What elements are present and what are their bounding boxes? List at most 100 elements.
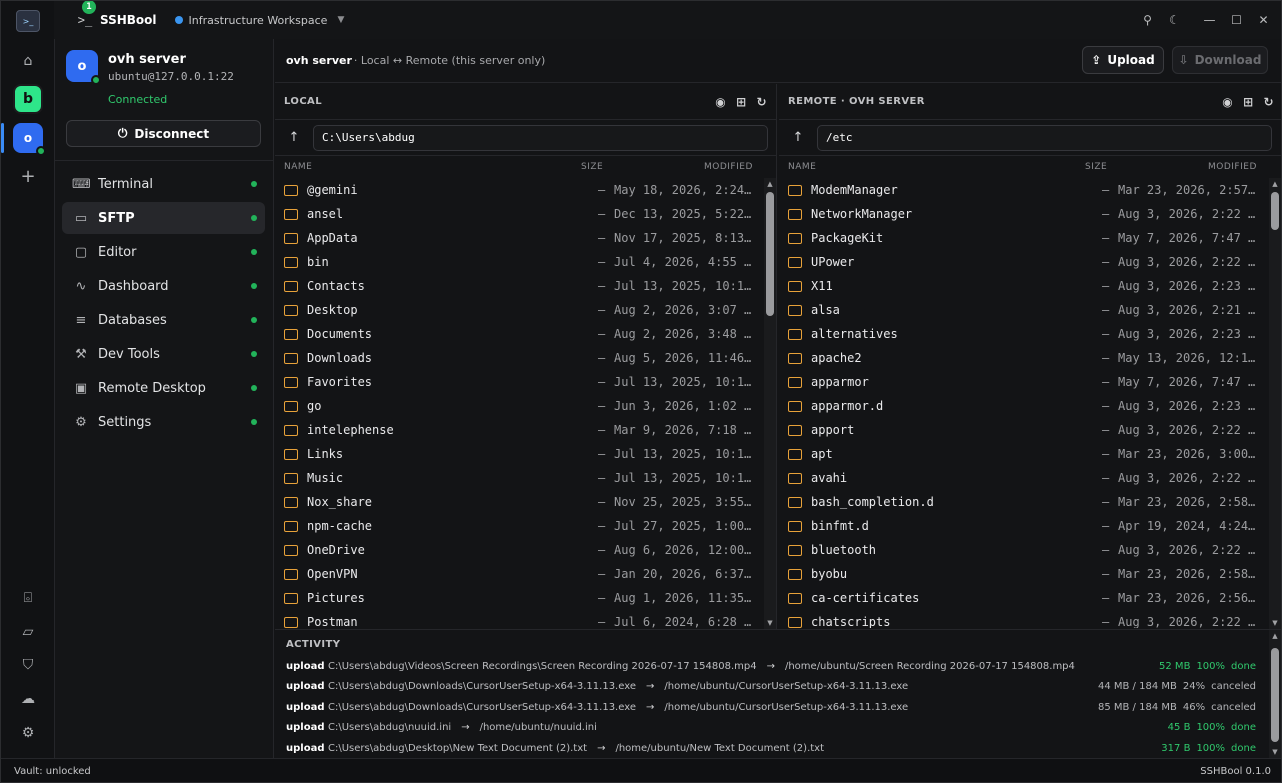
file-row[interactable]: ansel — Dec 13, 2025, 5:22… [275, 202, 776, 226]
folder-icon [284, 184, 298, 196]
app-switch-button[interactable]: b [13, 84, 43, 114]
activity-row: upload C:\Users\abdug\Downloads\CursorUse… [286, 678, 1256, 696]
refresh-icon[interactable]: ↻ [757, 95, 767, 109]
pin-icon[interactable]: ⚲ [1134, 5, 1161, 35]
file-row[interactable]: alternatives — Aug 3, 2026, 2:23 … [779, 322, 1281, 346]
transfer-percent: 100% [1196, 742, 1226, 754]
maximize-button[interactable]: ☐ [1223, 5, 1250, 35]
file-row[interactable]: Downloads — Aug 5, 2026, 11:46… [275, 346, 776, 370]
local-path-input[interactable]: C:\Users\abdug [313, 124, 768, 151]
local-scrollbar[interactable]: ▲ ▼ [764, 178, 776, 629]
file-name: chatscripts [811, 615, 891, 628]
file-row[interactable]: bluetooth — Aug 3, 2026, 2:22 … [779, 538, 1281, 562]
file-row[interactable]: alsa — Aug 3, 2026, 2:21 … [779, 298, 1281, 322]
file-row[interactable]: apache2 — May 13, 2026, 12:1… [779, 346, 1281, 370]
scroll-thumb[interactable] [1271, 192, 1279, 230]
remote-scrollbar[interactable]: ▲ ▼ [1269, 178, 1281, 629]
sidebar-item-editor[interactable]: ▢ Editor [62, 236, 265, 268]
bot-icon[interactable]: ⌻ [13, 583, 43, 613]
file-size: — [598, 351, 606, 365]
remote-path-input[interactable]: /etc [817, 124, 1272, 151]
sidebar-item-settings[interactable]: ⚙ Settings [62, 406, 265, 438]
eye-icon[interactable]: ◉ [1222, 95, 1233, 109]
col-size[interactable]: SIZE [581, 162, 603, 172]
shield-icon[interactable]: ⛉ [13, 650, 43, 680]
disconnect-button[interactable]: ⏻ Disconnect [66, 120, 261, 147]
file-row[interactable]: go — Jun 3, 2026, 1:02 … [275, 394, 776, 418]
file-size: — [598, 495, 606, 509]
col-size[interactable]: SIZE [1085, 162, 1107, 172]
up-arrow-icon[interactable]: ↑ [275, 130, 313, 145]
file-row[interactable]: PackageKit — May 7, 2026, 7:47 … [779, 226, 1281, 250]
file-size: — [1102, 591, 1110, 605]
sidebar-item-terminal[interactable]: ⌨ Terminal [62, 168, 265, 200]
col-name[interactable]: NAME [284, 162, 312, 172]
file-row[interactable]: intelephense — Mar 9, 2026, 7:18 … [275, 418, 776, 442]
file-row[interactable]: @gemini — May 18, 2026, 2:24… [275, 178, 776, 202]
file-size: — [598, 303, 606, 317]
file-row[interactable]: chatscripts — Aug 3, 2026, 2:22 … [779, 610, 1281, 628]
up-arrow-icon[interactable]: ↑ [779, 130, 817, 145]
file-row[interactable]: bash_completion.d — Mar 23, 2026, 2:58… [779, 490, 1281, 514]
file-row[interactable]: apparmor.d — Aug 3, 2026, 2:23 … [779, 394, 1281, 418]
file-row[interactable]: UPower — Aug 3, 2026, 2:22 … [779, 250, 1281, 274]
file-size: — [598, 447, 606, 461]
folder-icon [284, 208, 298, 220]
new-folder-icon[interactable]: ⊞ [1243, 95, 1253, 109]
theme-toggle-icon[interactable]: ☾ [1161, 5, 1188, 35]
sidebar-item-databases[interactable]: ≡ Databases [62, 304, 265, 336]
col-modified[interactable]: MODIFIED [1208, 162, 1257, 172]
file-row[interactable]: Documents — Aug 2, 2026, 3:48 … [275, 322, 776, 346]
file-row[interactable]: Links — Jul 13, 2025, 10:1… [275, 442, 776, 466]
file-row[interactable]: Postman — Jul 6, 2024, 6:28 … [275, 610, 776, 628]
file-row[interactable]: binfmt.d — Apr 19, 2024, 4:24… [779, 514, 1281, 538]
upload-button[interactable]: ⇪ Upload [1082, 46, 1164, 74]
file-row[interactable]: avahi — Aug 3, 2026, 2:22 … [779, 466, 1281, 490]
workspace-selector[interactable]: Infrastructure Workspace ▼ [174, 14, 344, 27]
refresh-icon[interactable]: ↻ [1264, 95, 1274, 109]
home-icon[interactable]: ⌂ [13, 46, 43, 76]
remote-file-list: ModemManager — Mar 23, 2026, 2:57… NetworkM… [779, 178, 1281, 628]
file-row[interactable]: apport — Aug 3, 2026, 2:22 … [779, 418, 1281, 442]
server-switch-button[interactable]: o [13, 123, 46, 156]
file-row[interactable]: X11 — Aug 3, 2026, 2:23 … [779, 274, 1281, 298]
file-row[interactable]: ca-certificates — Mar 23, 2026, 2:56… [779, 586, 1281, 610]
activity-scrollbar[interactable]: ▲ ▼ [1269, 630, 1281, 758]
scroll-thumb[interactable] [1271, 648, 1279, 742]
transfer-state: canceled [1211, 681, 1256, 692]
file-row[interactable]: Desktop — Aug 2, 2026, 3:07 … [275, 298, 776, 322]
file-row[interactable]: byobu — Mar 23, 2026, 2:58… [779, 562, 1281, 586]
col-modified[interactable]: MODIFIED [704, 162, 753, 172]
folder-settings-icon[interactable]: ▱ [13, 617, 43, 647]
file-row[interactable]: bin — Jul 4, 2026, 4:55 … [275, 250, 776, 274]
minimize-button[interactable]: — [1196, 5, 1223, 35]
add-server-icon[interactable]: + [13, 161, 43, 191]
sidebar-item-remote-desktop[interactable]: ▣ Remote Desktop [62, 372, 265, 404]
sidebar-item-dev-tools[interactable]: ⚒ Dev Tools [62, 338, 265, 370]
gear-icon[interactable]: ⚙ [13, 718, 43, 748]
close-button[interactable]: ✕ [1250, 5, 1277, 35]
scroll-thumb[interactable] [766, 192, 774, 316]
file-row[interactable]: apt — Mar 23, 2026, 3:00… [779, 442, 1281, 466]
file-row[interactable]: Nox_share — Nov 25, 2025, 3:55… [275, 490, 776, 514]
file-row[interactable]: npm-cache — Jul 27, 2025, 1:00… [275, 514, 776, 538]
file-row[interactable]: apparmor — May 7, 2026, 7:47 … [779, 370, 1281, 394]
file-row[interactable]: Music — Jul 13, 2025, 10:1… [275, 466, 776, 490]
file-row[interactable]: Favorites — Jul 13, 2025, 10:1… [275, 370, 776, 394]
cloud-icon[interactable]: ☁ [13, 684, 43, 714]
download-button[interactable]: ⇩ Download [1172, 46, 1268, 74]
eye-icon[interactable]: ◉ [715, 95, 726, 109]
file-row[interactable]: OpenVPN — Jan 20, 2026, 6:37… [275, 562, 776, 586]
file-row[interactable]: NetworkManager — Aug 3, 2026, 2:22 … [779, 202, 1281, 226]
sidebar-item-dashboard[interactable]: ∿ Dashboard [62, 270, 265, 302]
transfer-destination: /home/ubuntu/CursorUserSetup-x64-3.11.13… [664, 681, 909, 692]
file-row[interactable]: Pictures — Aug 1, 2026, 11:35… [275, 586, 776, 610]
terminal-icon[interactable]: >_ 1 [74, 1, 96, 31]
new-folder-icon[interactable]: ⊞ [736, 95, 746, 109]
file-row[interactable]: ModemManager — Mar 23, 2026, 2:57… [779, 178, 1281, 202]
sidebar-item-sftp[interactable]: ▭ SFTP [62, 202, 265, 234]
file-row[interactable]: OneDrive — Aug 6, 2026, 12:00… [275, 538, 776, 562]
file-row[interactable]: Contacts — Jul 13, 2025, 10:1… [275, 274, 776, 298]
col-name[interactable]: NAME [788, 162, 816, 172]
file-row[interactable]: AppData — Nov 17, 2025, 8:13… [275, 226, 776, 250]
